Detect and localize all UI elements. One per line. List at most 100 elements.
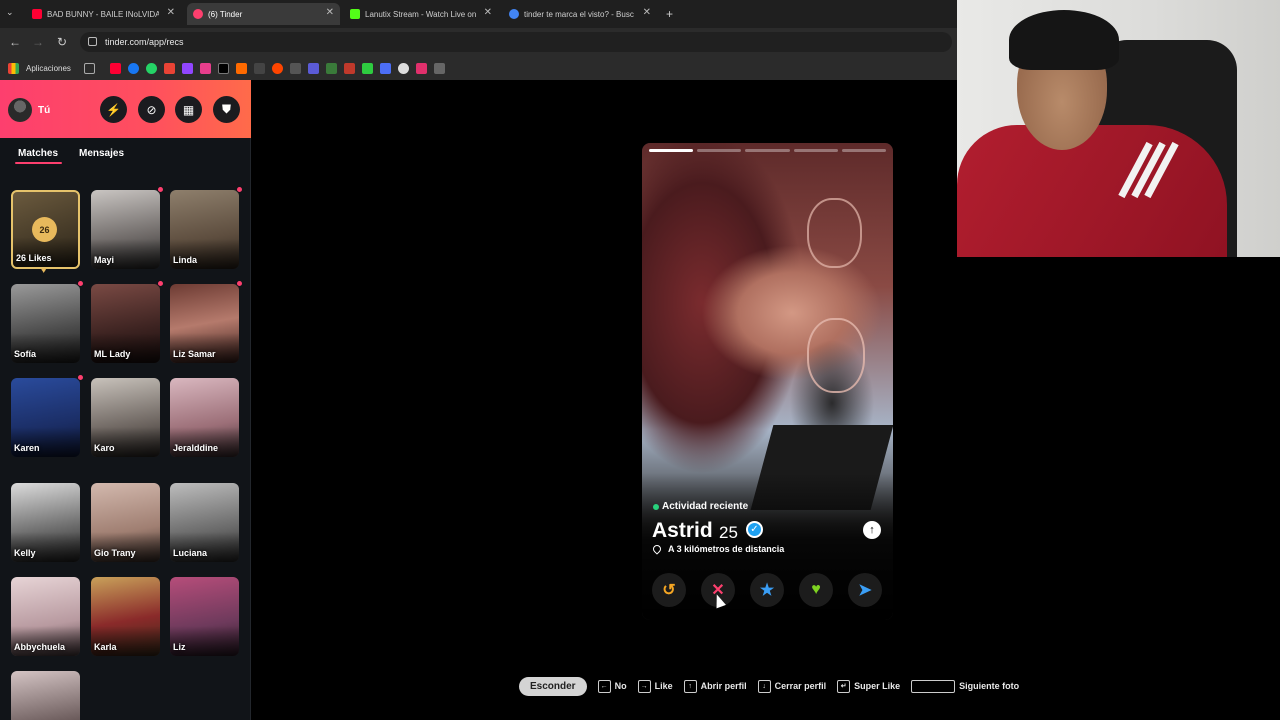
site-info-icon[interactable]: [88, 37, 97, 46]
explore-icon[interactable]: ⊘: [138, 96, 165, 123]
briefcase-icon[interactable]: ▦: [175, 96, 202, 123]
bookmark-icon[interactable]: [343, 62, 355, 74]
bookmark-icon[interactable]: [433, 62, 445, 74]
tab-google-search[interactable]: tinder te marca el visto? - Busc ✕: [503, 3, 657, 25]
tab-search-icon[interactable]: ⌄: [6, 7, 14, 18]
download-bookmark-icon[interactable]: [379, 62, 391, 74]
bookmarks-bar: Aplicaciones: [0, 56, 957, 80]
unread-dot: [236, 186, 243, 193]
location-pin-icon: [651, 543, 663, 555]
hide-hints-button[interactable]: Esconder: [519, 676, 587, 696]
tab-matches[interactable]: Matches: [18, 148, 58, 159]
rewind-icon[interactable]: ↺: [652, 573, 686, 607]
distance-label: A 3 kilómetros de distancia: [668, 544, 785, 554]
match-name: Liz Samar: [173, 349, 216, 359]
arrow-left-key-icon: ←: [597, 679, 611, 693]
tab-title: BAD BUNNY - BAILE INoLVIDAB: [47, 9, 159, 19]
hint-next-photo: Siguiente foto: [911, 679, 1019, 693]
match-name: Linda: [173, 255, 197, 265]
close-icon[interactable]: ✕: [326, 7, 334, 18]
arrow-down-key-icon: ↓: [757, 679, 771, 693]
youtube-bookmark-icon[interactable]: [109, 62, 121, 74]
user-label[interactable]: Tú: [38, 105, 50, 116]
arrow-right-key-icon: →: [637, 679, 651, 693]
match-card-karen[interactable]: Karen: [11, 378, 80, 457]
tab-lanutix[interactable]: Lanutix Stream - Watch Live on ✕: [344, 3, 498, 25]
match-name: Abbychuela: [14, 642, 66, 652]
match-card-jeralddine[interactable]: Jeralddine: [170, 378, 239, 457]
recent-activity: Actividad reciente: [653, 501, 748, 512]
kick-icon: [350, 9, 360, 19]
photo-progress-segment[interactable]: [697, 149, 742, 152]
profile-card[interactable]: Actividad reciente Astrid 25 ✓ ↑ A 3 kil…: [642, 143, 893, 620]
photo-progress-segment[interactable]: [745, 149, 790, 152]
unread-dot: [236, 280, 243, 287]
close-icon[interactable]: ✕: [643, 7, 651, 18]
match-card-karla[interactable]: Karla: [91, 577, 160, 656]
tab-title: (6) Tinder: [208, 9, 243, 19]
bookmark-icon[interactable]: [199, 62, 211, 74]
tab-title: tinder te marca el visto? - Busc: [524, 9, 634, 19]
unread-dot: [157, 280, 164, 287]
superlike-icon[interactable]: ★: [750, 573, 784, 607]
match-card-karo[interactable]: Karo: [91, 378, 160, 457]
distance: A 3 kilómetros de distancia: [651, 543, 785, 555]
match-name: Kelly: [14, 548, 36, 558]
close-icon[interactable]: ✕: [167, 7, 175, 18]
bookmark-apps[interactable]: Aplicaciones: [26, 64, 71, 73]
match-card-liz-samar[interactable]: Liz Samar: [170, 284, 239, 363]
reload-icon[interactable]: ↻: [54, 35, 70, 49]
gmail-bookmark-icon[interactable]: [163, 62, 175, 74]
boost-icon[interactable]: ➤: [848, 573, 882, 607]
photo-progress-segment[interactable]: [793, 149, 838, 152]
match-card-liz[interactable]: Liz: [170, 577, 239, 656]
x-bookmark-icon[interactable]: [217, 62, 229, 74]
match-name: Karen: [14, 443, 40, 453]
photo-progress-segment[interactable]: [841, 149, 887, 152]
apps-icon[interactable]: [8, 62, 19, 74]
close-icon[interactable]: ✕: [484, 7, 492, 18]
bookmark-icon[interactable]: [325, 62, 337, 74]
facebook-bookmark-icon[interactable]: [127, 62, 139, 74]
match-card-ml-lady[interactable]: ML Lady: [91, 284, 160, 363]
new-tab-button[interactable]: +: [666, 7, 673, 21]
webcam-overlay: [957, 0, 1280, 257]
tinder-icon: [193, 9, 203, 19]
bookmark-icon[interactable]: [235, 62, 247, 74]
match-name: Karla: [94, 642, 117, 652]
match-name: Liz: [173, 642, 186, 652]
like-icon[interactable]: ♥: [799, 573, 833, 607]
grid-icon[interactable]: [83, 62, 95, 74]
photo-progress: [642, 143, 893, 155]
match-card-luciana[interactable]: Luciana: [170, 483, 239, 562]
tab-tinder[interactable]: (6) Tinder ✕: [187, 3, 340, 25]
twitch-bookmark-icon[interactable]: [181, 62, 193, 74]
user-avatar[interactable]: [8, 98, 32, 122]
match-card-kelly[interactable]: Kelly: [11, 483, 80, 562]
match-card-partial[interactable]: [11, 671, 80, 720]
back-icon[interactable]: ←: [7, 35, 23, 49]
boost-icon[interactable]: ⚡: [100, 96, 127, 123]
match-card-mayi[interactable]: Mayi: [91, 190, 160, 269]
reddit-bookmark-icon[interactable]: [271, 62, 283, 74]
tab-bad-bunny[interactable]: BAD BUNNY - BAILE INoLVIDAB ✕: [26, 3, 181, 25]
match-card-abbychuela[interactable]: Abbychuela: [11, 577, 80, 656]
url-input[interactable]: tinder.com/app/recs: [80, 32, 952, 52]
photo-progress-segment[interactable]: [649, 149, 694, 152]
forward-icon[interactable]: →: [30, 35, 46, 49]
match-card-sofia[interactable]: Sofía: [11, 284, 80, 363]
match-name: Jeralddine: [173, 443, 219, 453]
open-profile-button[interactable]: ↑: [863, 521, 881, 539]
bookmark-icon[interactable]: [307, 62, 319, 74]
shield-icon[interactable]: ⛊: [213, 96, 240, 123]
likes-label: 26 Likes: [16, 253, 52, 263]
match-card-linda[interactable]: Linda: [170, 190, 239, 269]
match-card-gio-trany[interactable]: Gio Trany: [91, 483, 160, 562]
bookmark-icon[interactable]: [253, 62, 265, 74]
bookmark-icon[interactable]: [361, 62, 373, 74]
bookmark-icon[interactable]: [397, 62, 409, 74]
bookmark-icon[interactable]: [289, 62, 301, 74]
tab-messages[interactable]: Mensajes: [79, 148, 124, 159]
whatsapp-bookmark-icon[interactable]: [145, 62, 157, 74]
instagram-bookmark-icon[interactable]: [415, 62, 427, 74]
